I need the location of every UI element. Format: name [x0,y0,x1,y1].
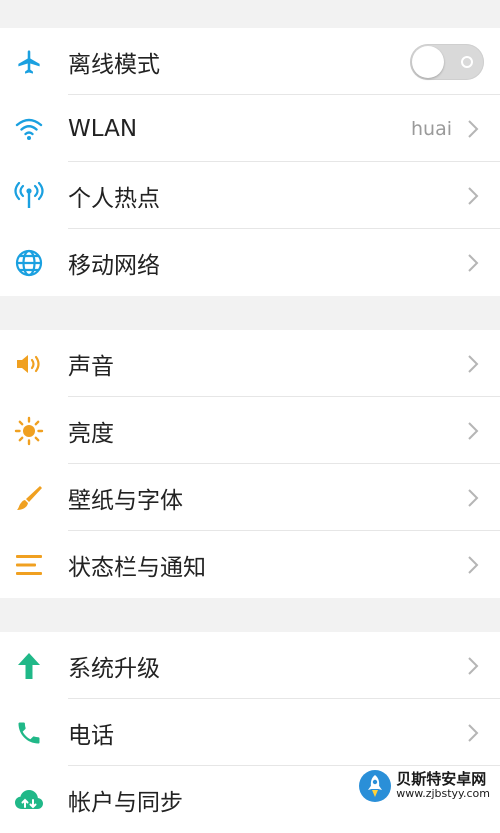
cloud-sync-icon [14,785,44,815]
settings-row-label: WLAN [68,115,138,142]
chevron-right-icon [462,487,484,509]
chevron-right-icon [462,420,484,442]
settings-row-airplane-mode[interactable]: 离线模式 [0,28,500,95]
settings-row-label: 离线模式 [68,51,160,78]
wifi-icon [14,114,44,144]
group-spacer [0,296,500,330]
airplane-mode-toggle[interactable] [410,43,484,80]
toggle-off-indicator [461,55,473,68]
settings-row-wallpaper-font[interactable]: 壁纸与字体 [0,464,500,531]
group-spacer [0,598,500,632]
list-icon [14,550,44,580]
settings-row-system-update[interactable]: 系统升级 [0,632,500,699]
settings-row-label: 电话 [68,722,114,749]
brush-icon [14,483,44,513]
settings-row-label: 状态栏与通知 [68,554,206,581]
rocket-logo-icon [358,769,392,803]
watermark-url: www.zjbstyy.com [396,787,490,801]
chevron-right-icon [462,252,484,274]
chevron-right-icon [462,655,484,677]
settings-row-hotspot[interactable]: 个人热点 [0,162,500,229]
phone-icon [14,718,44,748]
settings-row-wlan[interactable]: WLAN huai [0,95,500,162]
settings-row-phone[interactable]: 电话 [0,699,500,766]
settings-row-sound[interactable]: 声音 [0,330,500,397]
chevron-right-icon [462,185,484,207]
settings-row-label: 系统升级 [68,655,160,682]
chevron-right-icon [462,118,484,140]
hotspot-icon [14,181,44,211]
settings-row-label: 壁纸与字体 [68,487,183,514]
watermark-text: 贝斯特安卓网 www.zjbstyy.com [396,770,490,801]
settings-row-brightness[interactable]: 亮度 [0,397,500,464]
top-spacer [0,0,500,28]
airplane-icon [14,47,44,77]
globe-icon [14,248,44,278]
settings-group-display: 声音 亮度 壁纸与字体 状态栏与通知 [0,330,500,598]
settings-row-label: 个人热点 [68,185,160,212]
watermark-title: 贝斯特安卓网 [396,770,487,789]
settings-row-mobile-network[interactable]: 移动网络 [0,229,500,296]
chevron-right-icon [462,554,484,576]
chevron-right-icon [462,722,484,744]
settings-group-connectivity: 离线模式 WLAN huai 个人热点 移动网络 [0,28,500,296]
chevron-right-icon [462,353,484,375]
sun-icon [14,416,44,446]
wlan-network-name: huai [410,117,452,140]
settings-row-label: 移动网络 [68,252,160,279]
toggle-knob [412,45,444,78]
arrow-up-icon [14,651,44,681]
speaker-icon [14,349,44,379]
settings-row-label: 声音 [68,353,114,380]
site-watermark: 贝斯特安卓网 www.zjbstyy.com [354,767,494,805]
settings-row-label: 亮度 [68,420,114,447]
settings-row-statusbar-notifications[interactable]: 状态栏与通知 [0,531,500,598]
